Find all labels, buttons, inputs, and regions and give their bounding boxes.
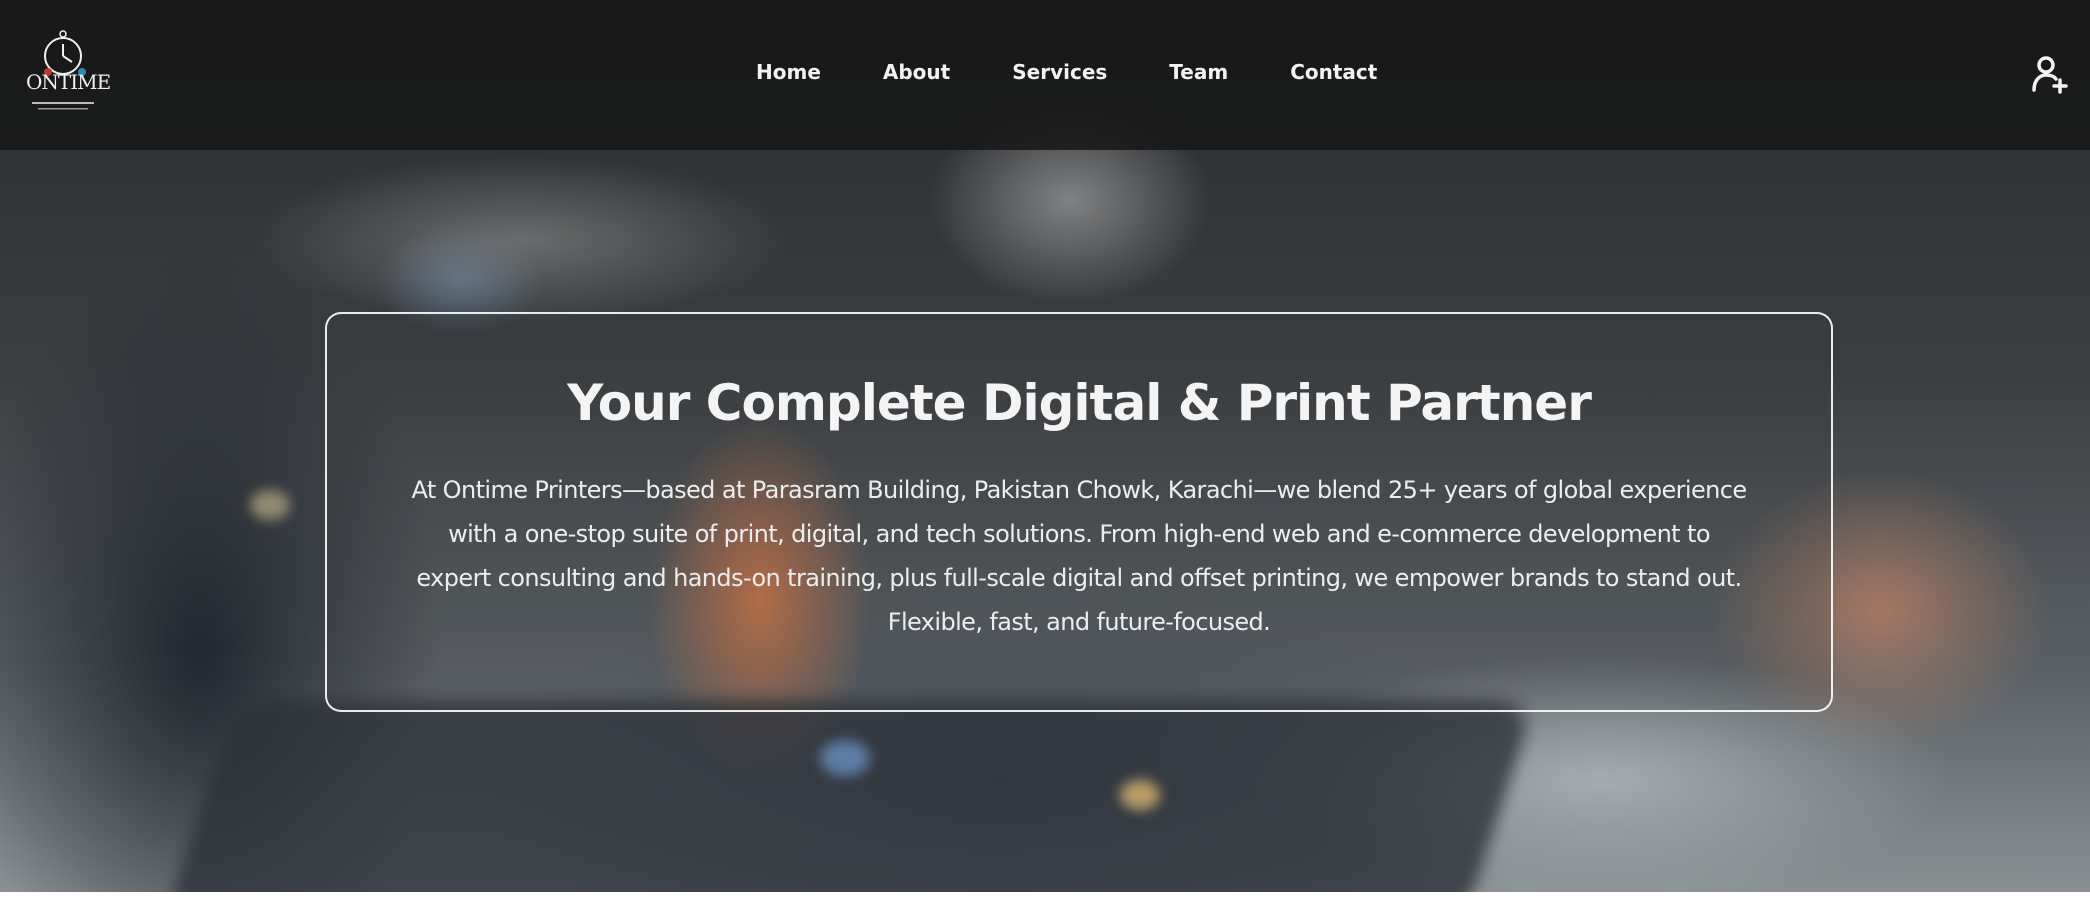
nav-contact[interactable]: Contact [1290, 56, 1377, 88]
main-nav: Home About Services Team Contact [756, 56, 1377, 88]
nav-team[interactable]: Team [1169, 56, 1228, 88]
nav-about[interactable]: About [883, 56, 950, 88]
logo[interactable]: ONTIME [20, 26, 111, 116]
laptop-blur-shape [164, 700, 1536, 892]
bokeh-light [250, 490, 290, 520]
nav-services[interactable]: Services [1012, 56, 1107, 88]
hero-title: Your Complete Digital & Print Partner [567, 374, 1592, 432]
bokeh-light [1120, 780, 1160, 810]
bokeh-light [820, 740, 870, 776]
navbar: ONTIME Home About Services Team Contact [0, 0, 2090, 150]
hero-card: Your Complete Digital & Print Partner At… [325, 312, 1833, 712]
logo-wordmark: ONTIME [26, 70, 111, 94]
hero-description: At Ontime Printers—based at Parasram Bui… [411, 476, 1747, 636]
nav-home[interactable]: Home [756, 56, 821, 88]
user-plus-icon[interactable] [2030, 54, 2070, 94]
